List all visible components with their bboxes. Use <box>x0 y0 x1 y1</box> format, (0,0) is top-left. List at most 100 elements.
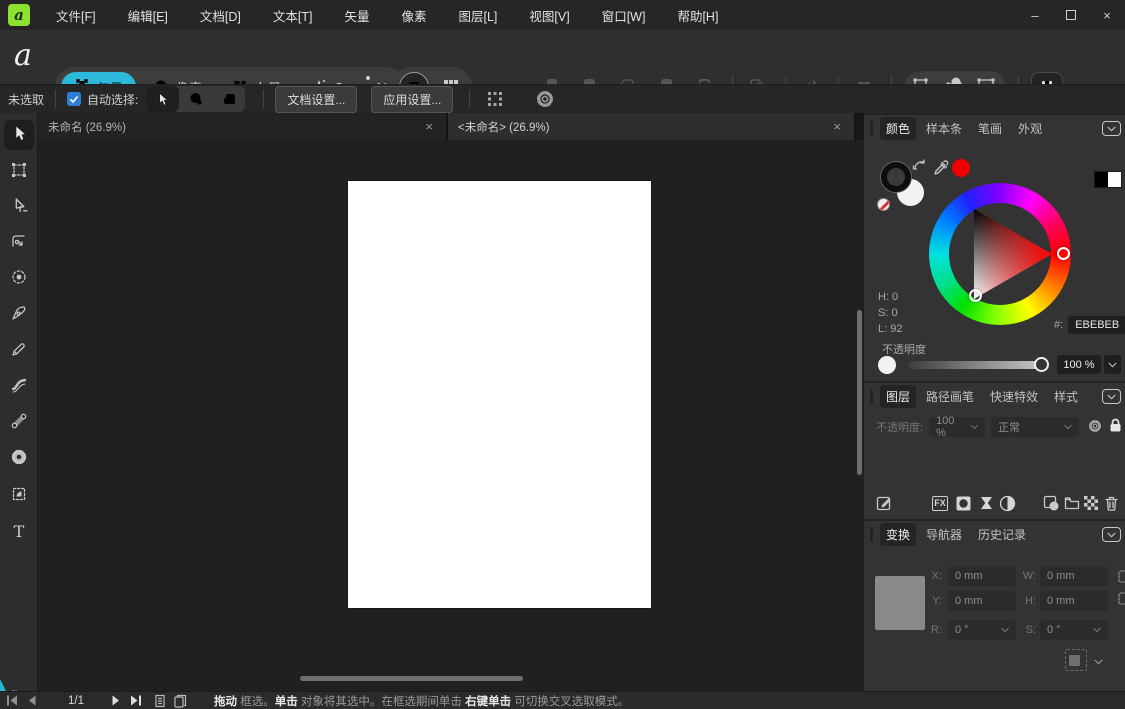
app-settings-button[interactable]: 应用设置... <box>371 85 454 113</box>
mask-layer-icon[interactable] <box>953 493 973 513</box>
artboard-tool[interactable] <box>4 156 34 186</box>
tab-color[interactable]: 颜色 <box>880 117 917 140</box>
swap-colors-icon[interactable] <box>912 159 928 176</box>
opacity-slider-knob[interactable] <box>1034 357 1049 372</box>
color-wheel[interactable] <box>929 183 1071 325</box>
fill-gradient-tool[interactable] <box>4 407 34 437</box>
tab-styles[interactable]: 样式 <box>1048 385 1084 408</box>
auto-select-checkbox[interactable] <box>67 92 82 106</box>
menu-document[interactable]: 文档[D] <box>196 4 245 27</box>
vector-brush-tool[interactable] <box>4 371 34 401</box>
move-tool[interactable] <box>4 120 34 150</box>
x-input[interactable]: 0 mm <box>948 566 1016 586</box>
select-ellipse-mode-icon[interactable] <box>179 86 212 112</box>
menu-edit[interactable]: 编辑[E] <box>124 4 172 27</box>
point-transform-tool[interactable] <box>4 263 34 293</box>
first-page-icon[interactable] <box>2 693 22 709</box>
vertical-scrollbar[interactable] <box>857 310 862 475</box>
next-page-icon[interactable] <box>106 693 126 709</box>
panel-drag-handle[interactable] <box>870 527 873 542</box>
margins-grid-icon[interactable] <box>481 85 509 113</box>
pencil-tool[interactable] <box>4 335 34 365</box>
tab-layers[interactable]: 图层 <box>880 385 917 408</box>
tab-appearance[interactable]: 外观 <box>1012 117 1048 140</box>
previous-page-icon[interactable] <box>22 693 42 709</box>
blend-mode-dropdown[interactable]: 正常 <box>991 417 1080 437</box>
tab-swatches[interactable]: 样本条 <box>920 117 968 140</box>
layer-opacity-dropdown[interactable]: 100 % <box>929 415 986 439</box>
document-page[interactable] <box>348 181 651 608</box>
menu-text[interactable]: 文本[T] <box>269 4 317 27</box>
close-button[interactable]: × <box>1089 0 1125 30</box>
facing-pages-view-icon[interactable] <box>170 693 190 709</box>
close-tab-icon[interactable]: × <box>830 119 844 134</box>
menu-help[interactable]: 帮助[H] <box>673 4 722 27</box>
picked-color-swatch[interactable] <box>952 159 970 177</box>
new-group-icon[interactable] <box>1062 493 1082 513</box>
minimize-button[interactable]: – <box>1017 0 1053 30</box>
edit-all-layers-icon[interactable] <box>874 493 894 513</box>
document-tab-1[interactable]: 未命名 (26.9%) × <box>38 113 448 140</box>
saturation-triangle[interactable] <box>929 183 1071 325</box>
select-cursor-mode-icon[interactable] <box>146 86 180 112</box>
tab-quick-fx[interactable]: 快速特效 <box>984 385 1044 408</box>
canvas-viewport[interactable] <box>38 140 864 691</box>
hue-selector[interactable] <box>1057 247 1070 260</box>
menu-layer[interactable]: 图层[L] <box>455 4 502 27</box>
delete-layer-icon[interactable] <box>1101 493 1121 513</box>
opacity-chevron-icon[interactable] <box>1104 355 1121 374</box>
tab-transform[interactable]: 变换 <box>880 523 917 546</box>
blend-gear-icon[interactable] <box>1087 418 1103 437</box>
document-tab-2[interactable]: <未命名> (26.9%) × <box>448 113 856 140</box>
maximize-button[interactable] <box>1053 0 1089 30</box>
panel-drag-handle[interactable] <box>870 121 873 136</box>
horizontal-scrollbar[interactable] <box>300 676 523 681</box>
select-rect-mode-icon[interactable] <box>212 86 245 112</box>
menu-view[interactable]: 视图[V] <box>525 4 573 27</box>
shear-dropdown[interactable]: 0 ° <box>1040 620 1108 640</box>
panel-options-chevron-icon[interactable] <box>1102 389 1121 404</box>
menu-window[interactable]: 窗口[W] <box>598 4 650 27</box>
adjustment-layer-icon[interactable] <box>976 493 996 513</box>
vector-crop-tool[interactable] <box>4 480 34 510</box>
panel-options-chevron-icon[interactable] <box>1102 527 1121 542</box>
layer-effects-icon[interactable]: FX <box>930 493 950 513</box>
rotation-dropdown[interactable]: 0 ° <box>948 620 1016 640</box>
default-colors-swatch[interactable] <box>1094 171 1122 188</box>
last-page-icon[interactable] <box>126 693 146 709</box>
w-input[interactable]: 0 mm <box>1040 566 1108 586</box>
opacity-value-dropdown[interactable]: 100 % <box>1057 355 1101 374</box>
document-settings-button[interactable]: 文档设置... <box>275 85 358 113</box>
y-input[interactable]: 0 mm <box>948 591 1016 611</box>
live-filter-icon[interactable] <box>997 493 1017 513</box>
menu-pixel[interactable]: 像素 <box>397 4 430 27</box>
tab-stroke[interactable]: 笔画 <box>972 117 1008 140</box>
shear-mode-icon[interactable] <box>1117 569 1125 612</box>
tab-path-brush[interactable]: 路径画笔 <box>920 385 980 408</box>
hex-input[interactable]: EBEBEB <box>1068 316 1125 334</box>
transform-origin-icon[interactable] <box>1065 649 1087 671</box>
transform-origin-chevron-icon[interactable] <box>1094 654 1103 668</box>
tab-navigator[interactable]: 导航器 <box>920 523 968 546</box>
anchor-selector[interactable] <box>878 579 922 627</box>
menu-vector[interactable]: 矢量 <box>340 4 373 27</box>
triangle-selector[interactable] <box>969 289 982 302</box>
menu-file[interactable]: 文件[F] <box>52 4 100 27</box>
text-tool[interactable]: T <box>4 516 34 546</box>
fill-color-swatch[interactable] <box>881 162 911 192</box>
eyedropper-icon[interactable] <box>932 159 950 180</box>
opacity-slider[interactable] <box>908 361 1042 369</box>
new-layer-icon[interactable] <box>1041 493 1061 513</box>
panel-drag-handle[interactable] <box>870 389 873 404</box>
pen-tool[interactable] <box>4 299 34 329</box>
panel-options-chevron-icon[interactable] <box>1102 121 1121 136</box>
close-tab-icon[interactable]: × <box>422 119 436 134</box>
node-tool[interactable] <box>4 192 34 222</box>
tab-history[interactable]: 历史记录 <box>972 523 1032 546</box>
new-pixel-layer-icon[interactable] <box>1081 493 1101 513</box>
no-color-swatch[interactable] <box>877 198 890 211</box>
lock-icon[interactable] <box>1109 418 1122 436</box>
shape-cog-tool[interactable] <box>4 443 34 473</box>
corner-tool[interactable] <box>4 227 34 257</box>
h-input[interactable]: 0 mm <box>1040 591 1108 611</box>
